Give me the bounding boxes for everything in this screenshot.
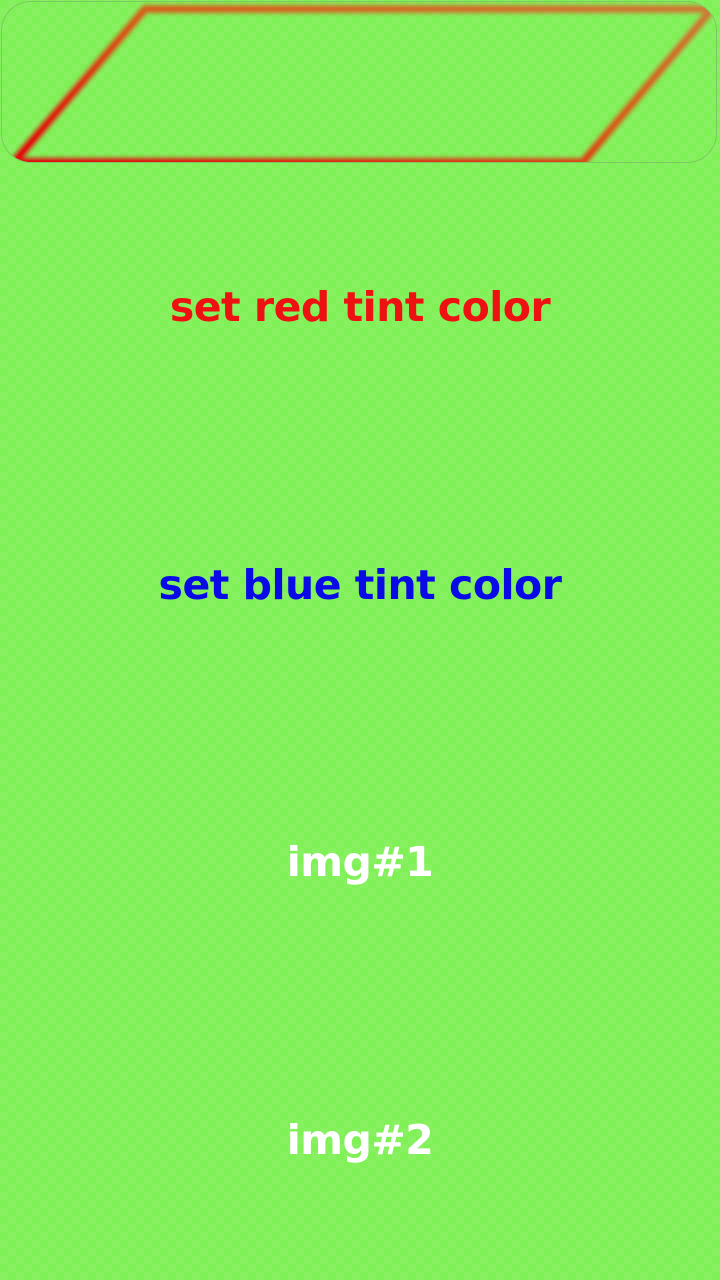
tinted-image-preview xyxy=(1,1,717,163)
set-red-tint-button[interactable]: set red tint color xyxy=(0,257,720,357)
image-2-button[interactable]: img#2 xyxy=(0,1090,720,1190)
image-1-button[interactable]: img#1 xyxy=(0,812,720,912)
set-blue-tint-button[interactable]: set blue tint color xyxy=(0,535,720,635)
parallelogram-gradient-icon xyxy=(10,5,716,162)
